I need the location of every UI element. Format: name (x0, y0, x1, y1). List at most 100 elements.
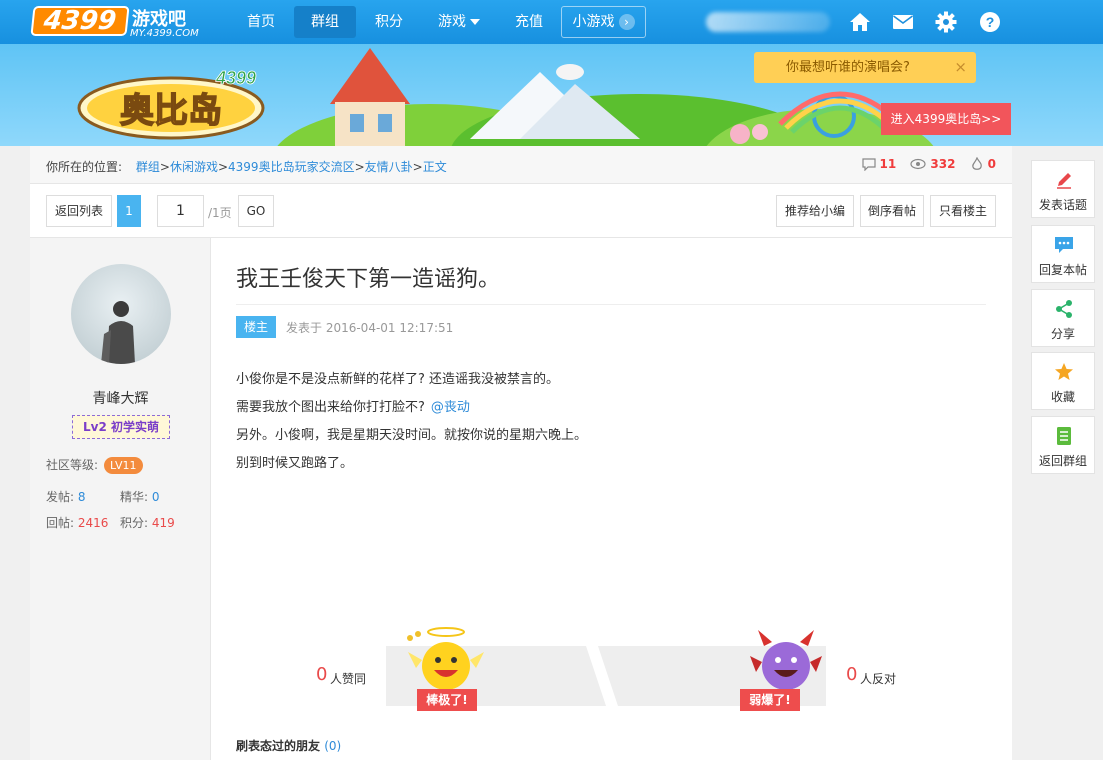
floor-badge: 楼主 (236, 316, 276, 338)
pencil-icon (1057, 173, 1071, 189)
nav-points[interactable]: 积分 (360, 6, 418, 38)
nav-recharge[interactable]: 充值 (500, 6, 558, 38)
reverse-order-button[interactable]: 倒序看帖 (860, 195, 924, 227)
favorite-label: 收藏 (1050, 390, 1075, 404)
document-icon (1057, 427, 1071, 445)
like-count: 0 (970, 156, 996, 171)
flame-icon (971, 156, 982, 170)
post-line: 另外。小俊啊，我是星期天没时间。就按你说的星期六晚上。 (236, 428, 588, 443)
enter-aobi-island-button[interactable]: 进入4399奥比岛>> (881, 103, 1011, 135)
like-count-value: 0 (987, 157, 996, 171)
owner-only-button[interactable]: 只看楼主 (930, 195, 996, 227)
voted-friends-label: 刷表态过的朋友 (236, 739, 321, 753)
vote-area: 0 人赞同 棒极了! 弱爆了! 0 人反对 (236, 627, 926, 716)
share-button[interactable]: 分享 (1031, 289, 1095, 347)
voted-friends-count[interactable]: (0) (324, 739, 341, 753)
chevron-right-icon: › (618, 14, 635, 30)
reply-post-button[interactable]: 回复本帖 (1031, 225, 1095, 283)
essence-value[interactable]: 0 (152, 490, 160, 504)
go-button[interactable]: GO (238, 195, 274, 227)
voted-friends: 刷表态过的朋友 (0) (236, 737, 341, 754)
gear-icon[interactable] (935, 11, 957, 33)
replies-stat: 回帖: 2416 (46, 514, 108, 531)
current-page-button[interactable]: 1 (117, 195, 141, 227)
help-icon[interactable]: ? (979, 11, 1001, 33)
post-title: 我王壬俊天下第一造谣狗。 (236, 267, 501, 292)
points-value: 419 (151, 516, 175, 530)
comment-count: 11 (861, 157, 897, 172)
breadcrumb-link-gossip[interactable]: 友情八卦 (365, 160, 413, 174)
vote-down-button[interactable]: 弱爆了! (740, 689, 800, 711)
logo-number: 4399 (30, 6, 130, 36)
breadcrumb-separator: > (354, 160, 365, 174)
reply-post-label: 回复本帖 (1038, 263, 1087, 277)
logo-url: MY.4399.COM (130, 28, 199, 39)
divider (236, 304, 986, 305)
recommend-button[interactable]: 推荐给小编 (776, 195, 854, 227)
user-mention-link[interactable]: @丧动 (431, 400, 470, 415)
close-icon[interactable]: × (954, 52, 967, 83)
post-stats: 11 332 0 (852, 156, 996, 172)
avatar[interactable] (71, 264, 171, 364)
post-body: 小俊你是不是没点新鲜的花样了? 还造谣我没被禁言的。 需要我放个图出来给你打打脸… (236, 366, 587, 478)
vote-down-count: 0 (846, 664, 858, 685)
nav-games[interactable]: 游戏 (424, 6, 494, 38)
caret-down-icon (470, 19, 480, 25)
comment-icon (861, 158, 876, 172)
new-topic-label: 发表话题 (1038, 198, 1087, 212)
aobi-logo-graphic: 4399 奥比岛 (77, 68, 265, 140)
author-profile: 青峰大辉 Lv2 初学实萌 社区等级: LV11 发帖: 8 精华: 0 回帖: … (30, 238, 211, 760)
breadcrumb-link-groups[interactable]: 群组 (136, 160, 160, 174)
author-name[interactable]: 青峰大辉 (30, 388, 211, 408)
community-level: 社区等级: LV11 (46, 456, 143, 474)
view-count: 332 (910, 157, 955, 171)
user-info-blurred[interactable] (706, 12, 830, 32)
essence-label: 精华: (120, 490, 149, 504)
posts-stat: 发帖: 8 (46, 488, 86, 505)
chat-bubble-icon (1055, 237, 1073, 253)
back-to-list-button[interactable]: 返回列表 (46, 195, 112, 227)
nav-groups[interactable]: 群组 (294, 6, 356, 38)
nav-mini-games-label: 小游戏 (572, 14, 615, 30)
essence-stat: 精华: 0 (120, 488, 160, 505)
post-panel: 你所在的位置: 群组>休闲游戏>4399奥比岛玩家交流区>友情八卦>正文 11 … (30, 146, 1012, 760)
site-logo[interactable]: 4399 游戏吧 MY.4399.COM (30, 5, 202, 39)
breadcrumb-link-aobi-forum[interactable]: 4399奥比岛玩家交流区 (228, 160, 355, 174)
new-topic-button[interactable]: 发表话题 (1031, 160, 1095, 218)
mail-icon[interactable] (892, 11, 914, 33)
vote-up-button[interactable]: 棒极了! (417, 689, 477, 711)
aobi-logo-text: 奥比岛 (120, 91, 222, 131)
page-number-input[interactable] (157, 195, 204, 227)
vote-down-label: 人反对 (860, 672, 897, 686)
breadcrumb-separator: > (412, 160, 423, 174)
survey-tip-text: 你最想听谁的演唱会? (786, 60, 910, 75)
replies-label: 回帖: (46, 516, 75, 530)
nav-home[interactable]: 首页 (232, 6, 290, 38)
survey-tip[interactable]: 你最想听谁的演唱会? × (754, 52, 976, 83)
breadcrumb-link-body[interactable]: 正文 (423, 160, 447, 174)
breadcrumb-link-casual-games[interactable]: 休闲游戏 (170, 160, 218, 174)
view-count-value: 332 (930, 157, 956, 171)
nav-mini-games[interactable]: 小游戏 › (561, 6, 646, 38)
top-navigation-bar: 4399 游戏吧 MY.4399.COM 首页 群组 积分 游戏 充值 小游戏 ›… (0, 0, 1103, 44)
share-label: 分享 (1050, 327, 1075, 341)
post-line: 小俊你是不是没点新鲜的花样了? 还造谣我没被禁言的。 (236, 372, 560, 387)
post-line-with-mention: 需要我放个图出来给你打打脸不? @丧动 (236, 394, 587, 422)
breadcrumb-bar: 你所在的位置: 群组>休闲游戏>4399奥比岛玩家交流区>友情八卦>正文 11 … (30, 146, 1012, 184)
aobi-logo-number: 4399 (215, 68, 256, 88)
posts-value[interactable]: 8 (78, 490, 86, 504)
back-to-group-button[interactable]: 返回群组 (1031, 416, 1095, 474)
home-icon[interactable] (849, 11, 871, 33)
level-badge: LV11 (104, 457, 143, 474)
post-line: 需要我放个图出来给你打打脸不? (236, 400, 425, 415)
favorite-button[interactable]: 收藏 (1031, 352, 1095, 410)
nav-games-label: 游戏 (438, 14, 466, 30)
comment-count-value: 11 (879, 157, 897, 171)
breadcrumb-separator: > (159, 160, 170, 174)
star-icon (1055, 363, 1073, 380)
avatar-image (101, 301, 135, 364)
breadcrumb: 你所在的位置: 群组>休闲游戏>4399奥比岛玩家交流区>友情八卦>正文 (46, 158, 447, 175)
post-time: 发表于 2016-04-01 12:17:51 (286, 321, 454, 335)
points-label: 积分: (120, 516, 149, 530)
aobi-island-logo[interactable]: 4399 奥比岛 (76, 66, 266, 140)
